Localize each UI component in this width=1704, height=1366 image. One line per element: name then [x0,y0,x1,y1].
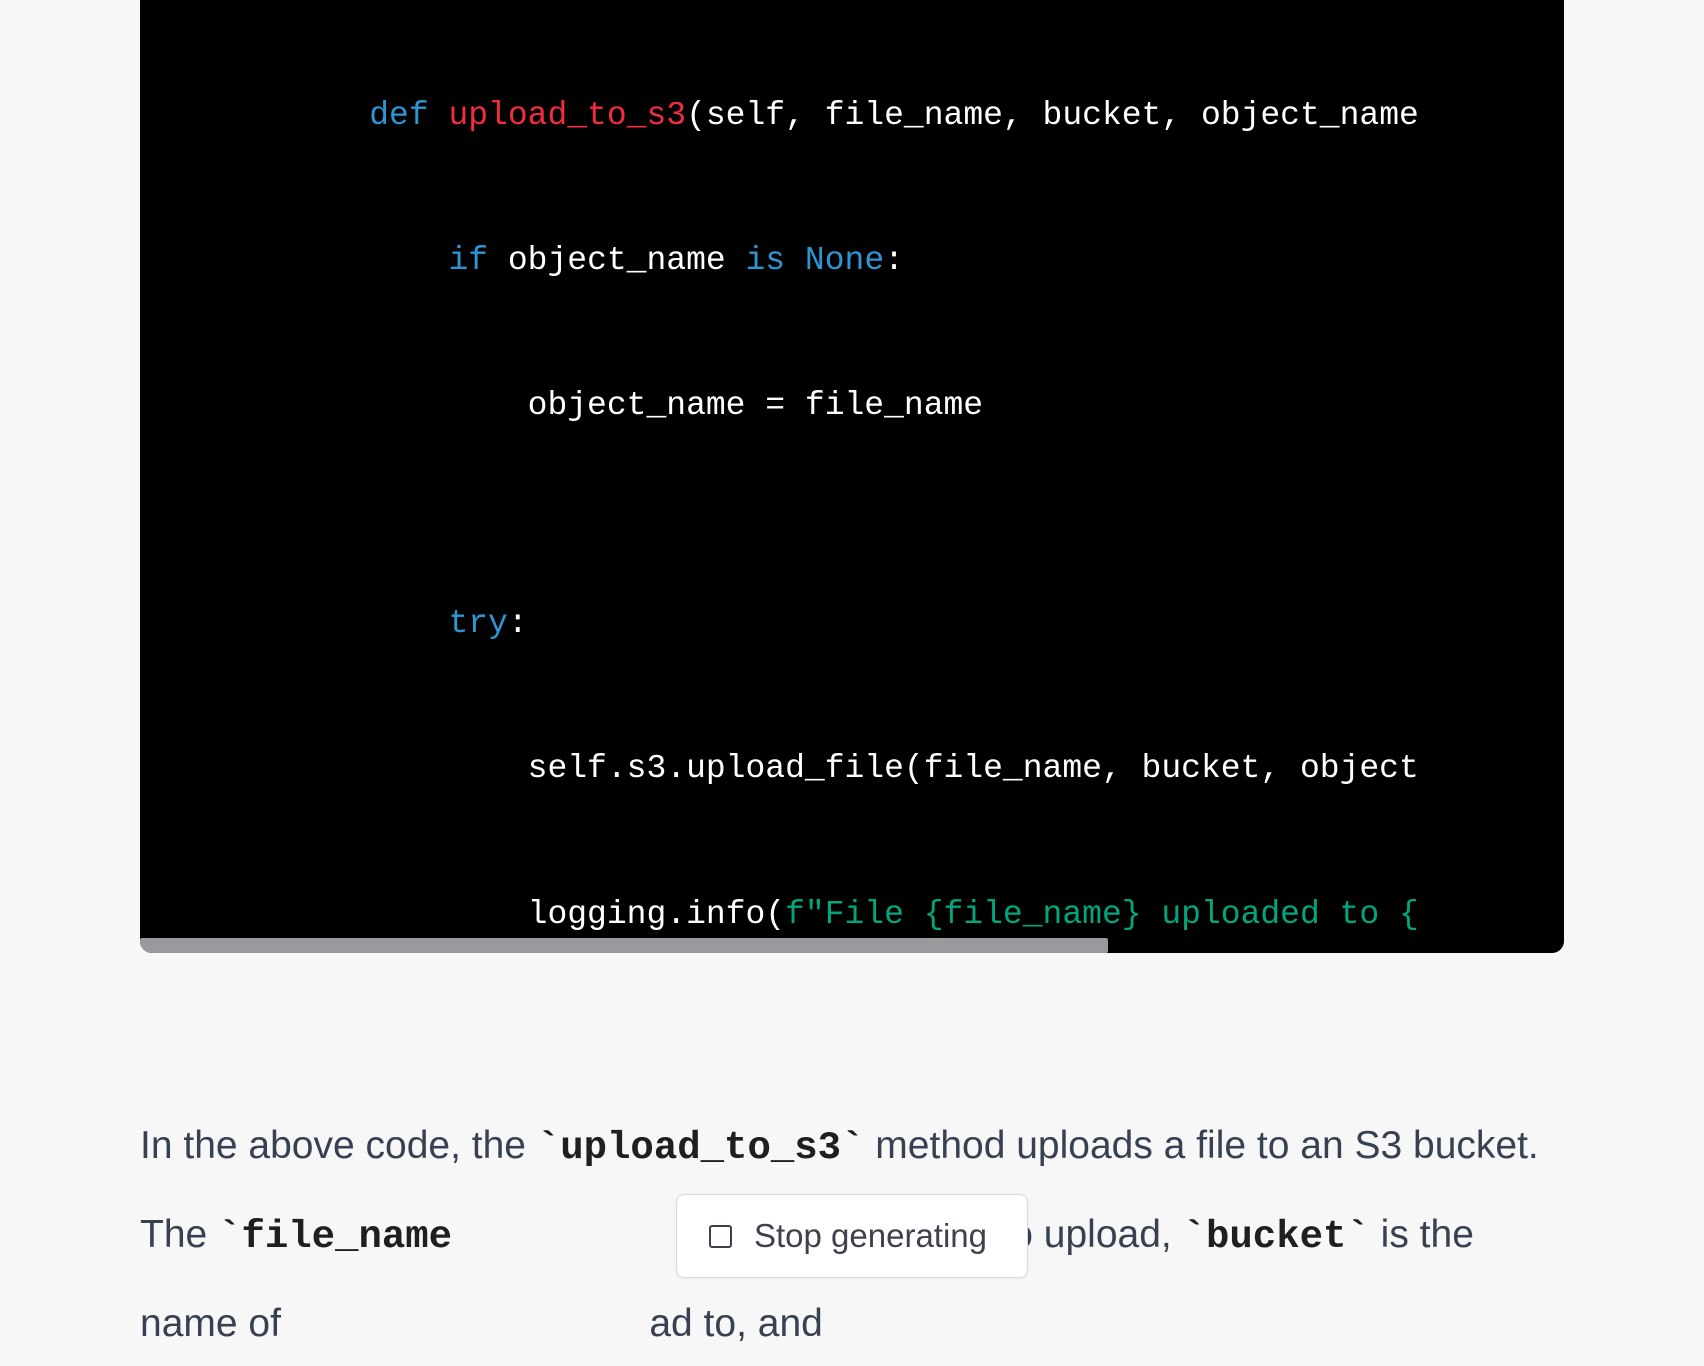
code-token: None [805,242,884,279]
inline-code: `upload_to_s3` [537,1126,865,1170]
code-line: object_name = file_name [140,370,1564,443]
code-token [785,242,805,279]
stop-button-label: Stop generating [754,1217,987,1255]
code-line: if object_name is None: [140,225,1564,298]
code-token: is [746,242,786,279]
code-block: def upload_to_s3(self, file_name, bucket… [140,0,1564,953]
horizontal-scrollbar[interactable] [140,938,1108,953]
code-token: f"File {file_name} uploaded to { [785,896,1419,933]
code-token: object_name = file_name [528,387,983,424]
code-token: (self, file_name, bucket, object_name [686,97,1419,134]
text-segment [292,1302,650,1345]
text-segment: In the above code, the [140,1124,537,1167]
code-token: self.s3.upload_file(file_name, bucket, o… [528,750,1419,787]
code-line: try: [140,588,1564,661]
code-token: if [448,242,488,279]
code-token: object_name [488,242,745,279]
inline-code: `file_name [218,1215,452,1259]
code-token: : [508,605,528,642]
code-token: def [369,97,448,134]
stop-generating-button[interactable]: Stop generating [676,1194,1028,1278]
text-segment: ad to, and [649,1302,822,1345]
code-token: logging.info( [528,896,785,933]
stop-icon [709,1225,732,1248]
code-token: try [448,605,507,642]
code-line: def upload_to_s3(self, file_name, bucket… [140,80,1564,153]
inline-code: `bucket` [1183,1215,1370,1259]
code-token: : [884,242,904,279]
code-line: self.s3.upload_file(file_name, bucket, o… [140,733,1564,806]
code-token: upload_to_s3 [448,97,686,134]
code-content[interactable]: def upload_to_s3(self, file_name, bucket… [140,0,1564,953]
